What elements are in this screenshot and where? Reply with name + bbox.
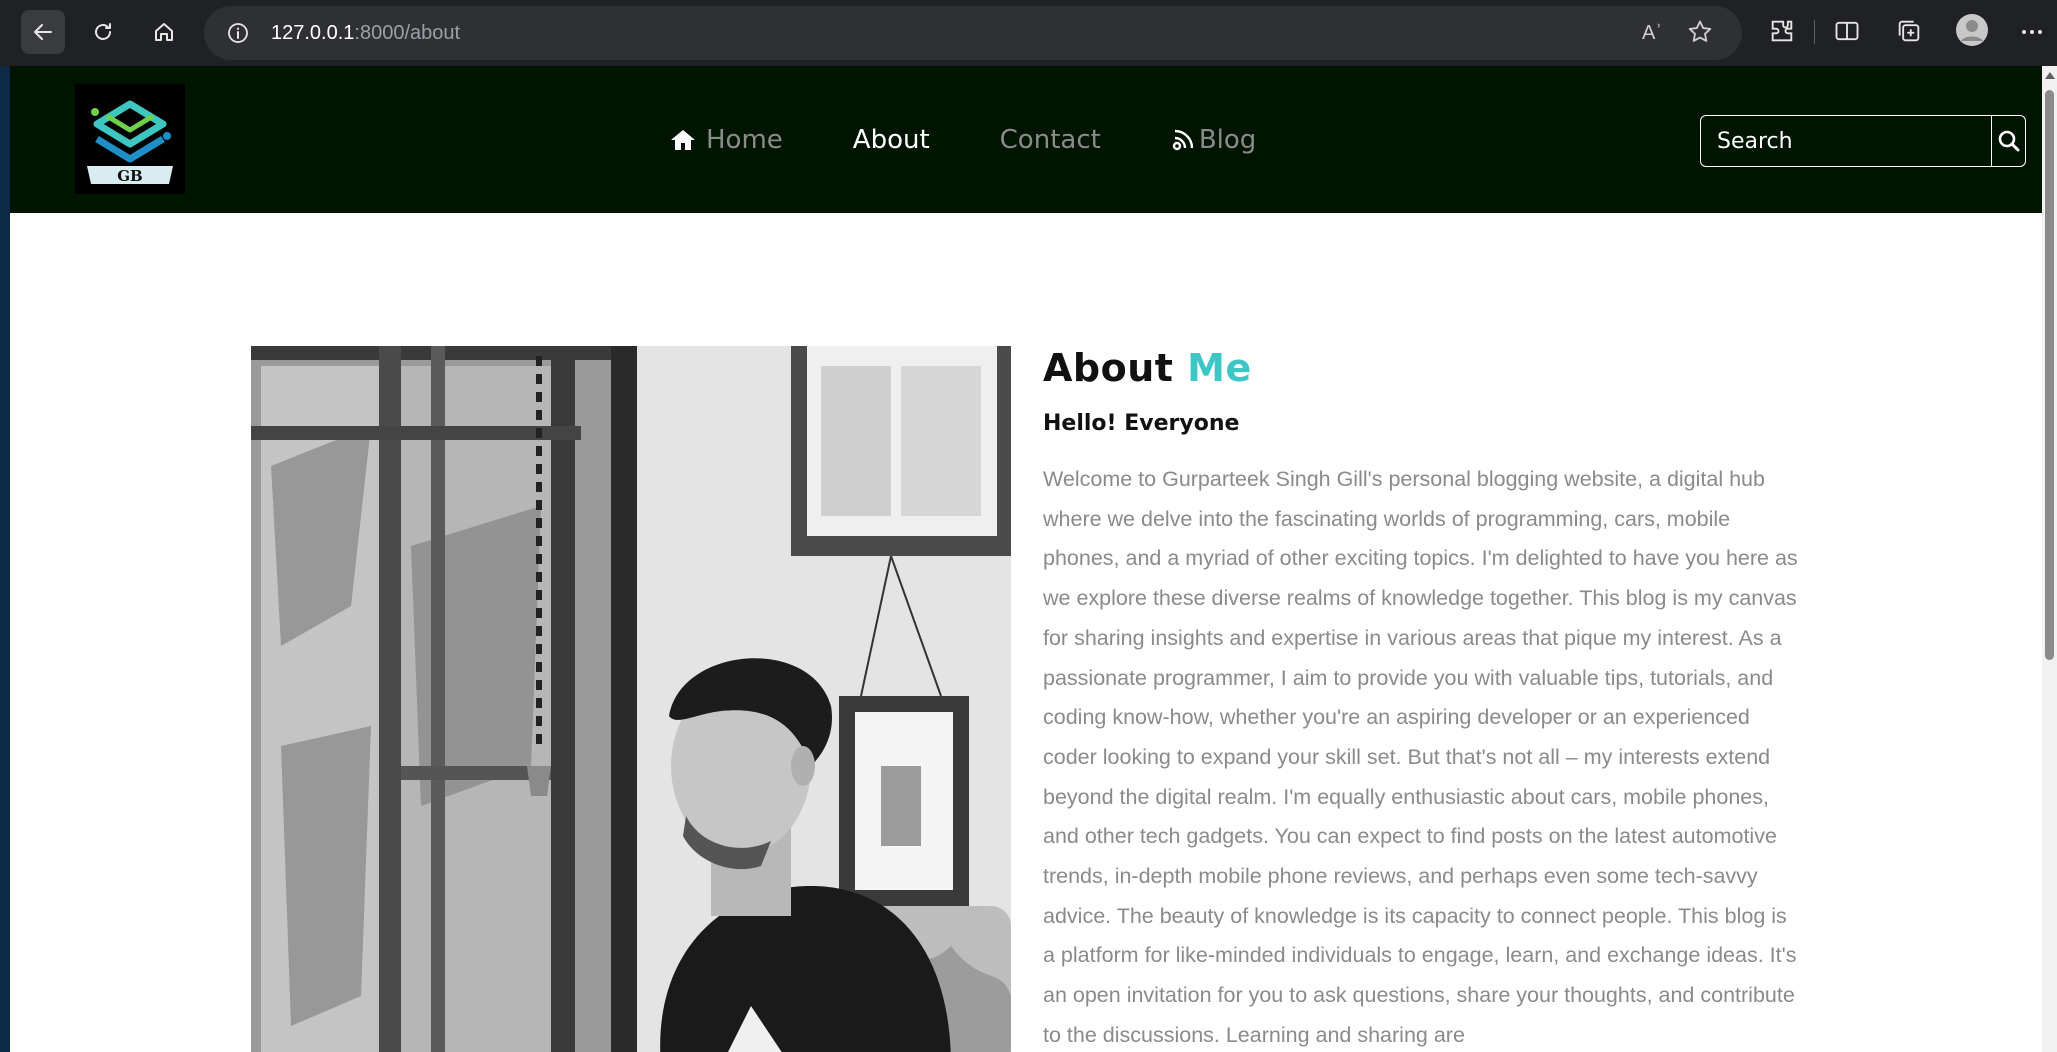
nav-about-label: About: [852, 125, 930, 155]
about-heading-word: About: [1043, 346, 1174, 390]
address-bar[interactable]: 127.0.0.1:8000/about Aʾ: [204, 6, 1742, 60]
nav-home[interactable]: Home: [670, 125, 783, 155]
about-heading-accent: Me: [1187, 346, 1252, 390]
logo-graphic: GB: [75, 84, 185, 194]
profile-avatar-icon[interactable]: [1955, 13, 1989, 47]
main-menu: Home About Contact Blog: [670, 120, 1326, 160]
blog-icon: [1172, 129, 1194, 151]
home-icon: [671, 130, 695, 150]
nav-contact-label: Contact: [999, 125, 1101, 155]
favorite-star-icon[interactable]: [1686, 18, 1714, 46]
about-photo: [251, 346, 1011, 1052]
page-scrollbar[interactable]: [2042, 66, 2057, 1052]
collections-icon[interactable]: [1895, 15, 1923, 47]
portrait-image: [251, 346, 1011, 1052]
read-aloud-icon[interactable]: Aʾ: [1642, 22, 1662, 45]
arrow-left-icon: [34, 24, 52, 40]
svg-text:GB: GB: [117, 167, 143, 185]
about-heading: About Me: [1043, 346, 1252, 390]
greeting-subheading: Hello! Everyone: [1043, 411, 1240, 436]
nav-blog[interactable]: Blog: [1171, 125, 1256, 155]
about-paragraph: Welcome to Gurparteek Singh Gill's perso…: [1043, 467, 1798, 1047]
nav-blog-label: Blog: [1198, 125, 1257, 155]
url-text: 127.0.0.1:8000/about: [271, 22, 461, 44]
search-form: [1700, 115, 2026, 167]
nav-contact[interactable]: Contact: [1000, 125, 1101, 155]
search-button[interactable]: [1991, 116, 2025, 166]
split-screen-icon[interactable]: [1833, 15, 1861, 47]
browser-toolbar: 127.0.0.1:8000/about Aʾ: [0, 0, 2057, 66]
extensions-icon[interactable]: [1768, 15, 1796, 47]
site-navbar: GB Home About Contact Blog: [10, 66, 2042, 213]
home-outline-icon: [155, 23, 173, 41]
more-options-icon[interactable]: [2020, 22, 2044, 42]
back-button[interactable]: [21, 10, 65, 54]
nav-home-label: Home: [706, 125, 783, 155]
nav-about[interactable]: About: [853, 125, 930, 155]
search-icon: [1998, 130, 2019, 152]
browser-home-button[interactable]: [142, 10, 186, 54]
scrollbar-thumb[interactable]: [2045, 90, 2054, 660]
web-page: GB Home About Contact Blog Search About …: [10, 66, 2042, 1052]
reload-icon: [95, 23, 111, 40]
scroll-up-arrow-icon[interactable]: [2045, 72, 2055, 79]
toolbar-divider: [1814, 20, 1815, 44]
reload-button[interactable]: [81, 10, 125, 54]
info-icon[interactable]: [226, 21, 250, 45]
search-input[interactable]: [1701, 116, 1991, 166]
site-logo[interactable]: GB: [75, 84, 185, 194]
